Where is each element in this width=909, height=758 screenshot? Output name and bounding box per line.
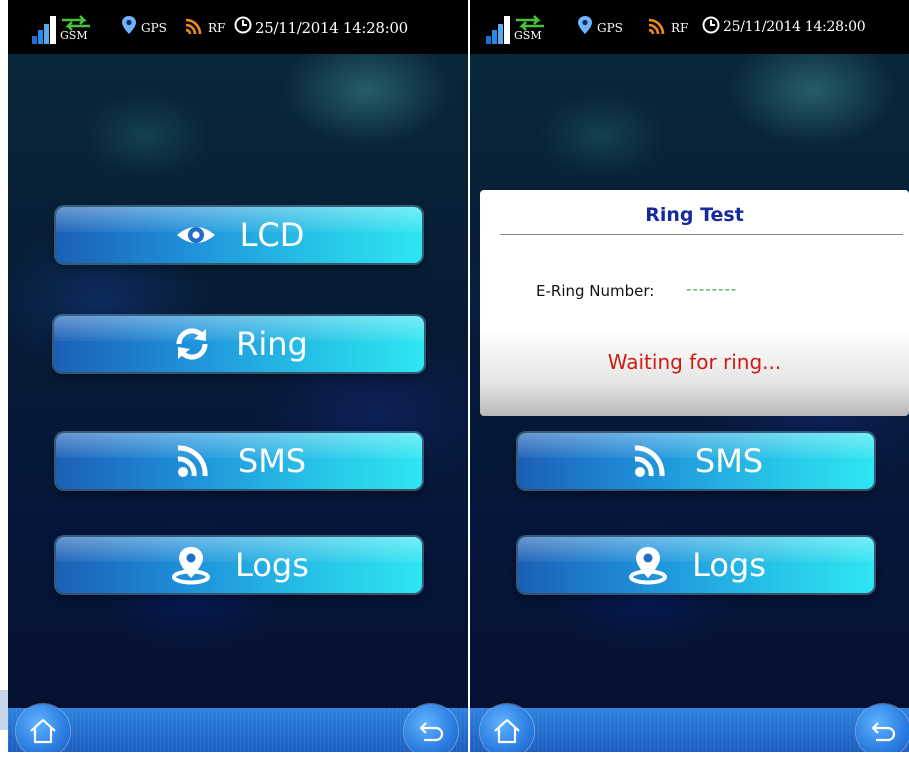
datetime: 25/11/2014 14:28:00 [255,19,408,37]
ring-label: Ring [236,325,308,363]
dialog-divider [500,234,903,235]
gps-pin-icon [578,16,592,34]
ring-button[interactable]: Ring [54,316,424,372]
refresh-icon [176,328,208,360]
logs-label: Logs [235,546,309,584]
rf-signal-icon [648,18,665,35]
back-button[interactable] [404,704,458,752]
status-bar: GSM GPS RF 25/11/2014 14:28:00 [470,0,909,54]
back-arrow-icon [871,722,896,742]
rf-signal-icon [185,18,202,35]
sms-label: SMS [237,442,307,480]
logs-label: Logs [692,546,766,584]
lcd-button[interactable]: LCD [56,207,422,263]
nav-bar [8,704,468,752]
ring-test-dialog: Ring Test E-Ring Number: -------- Waitin… [480,190,909,416]
sms-button[interactable]: SMS [518,433,874,489]
status-bar: GSM GPS RF 25/11/2014 14:28:00 [8,0,468,54]
rss-icon [634,445,665,477]
e-ring-number-label: E-Ring Number: [536,282,655,300]
home-button[interactable] [480,704,534,752]
gps-label: GPS [597,21,623,35]
home-icon [494,718,520,744]
location-pin-icon [629,547,668,585]
rss-icon [177,445,208,477]
location-pin-icon [172,547,211,585]
logs-button[interactable]: Logs [518,537,874,593]
sms-label: SMS [694,442,764,480]
back-arrow-icon [419,722,444,742]
eye-icon [176,227,215,243]
right-screen: GSM GPS RF 25/11/2014 14:28:00 Ring Test… [470,0,909,752]
sms-button[interactable]: SMS [56,433,422,489]
clock-icon [234,16,252,34]
home-button[interactable] [16,704,70,752]
gps-pin-icon [122,16,136,34]
rf-label: RF [671,21,689,35]
edge-strip [0,690,8,730]
datetime: 25/11/2014 14:28:00 [723,19,866,35]
rf-label: RF [208,21,226,35]
logs-button[interactable]: Logs [56,537,422,593]
network-label: GSM [60,29,88,42]
network-label: GSM [514,29,542,42]
home-icon [30,718,56,744]
dialog-title: Ring Test [645,204,744,226]
lcd-label: LCD [239,216,305,254]
dialog-status: Waiting for ring... [607,350,782,374]
left-screen: GSM GPS RF 25/11/2014 14:28:00 LCD Ring … [8,0,468,752]
back-button[interactable] [856,704,909,752]
e-ring-number-value: -------- [686,280,738,298]
clock-icon [702,16,720,34]
nav-bar [470,704,909,752]
gps-label: GPS [141,21,167,35]
